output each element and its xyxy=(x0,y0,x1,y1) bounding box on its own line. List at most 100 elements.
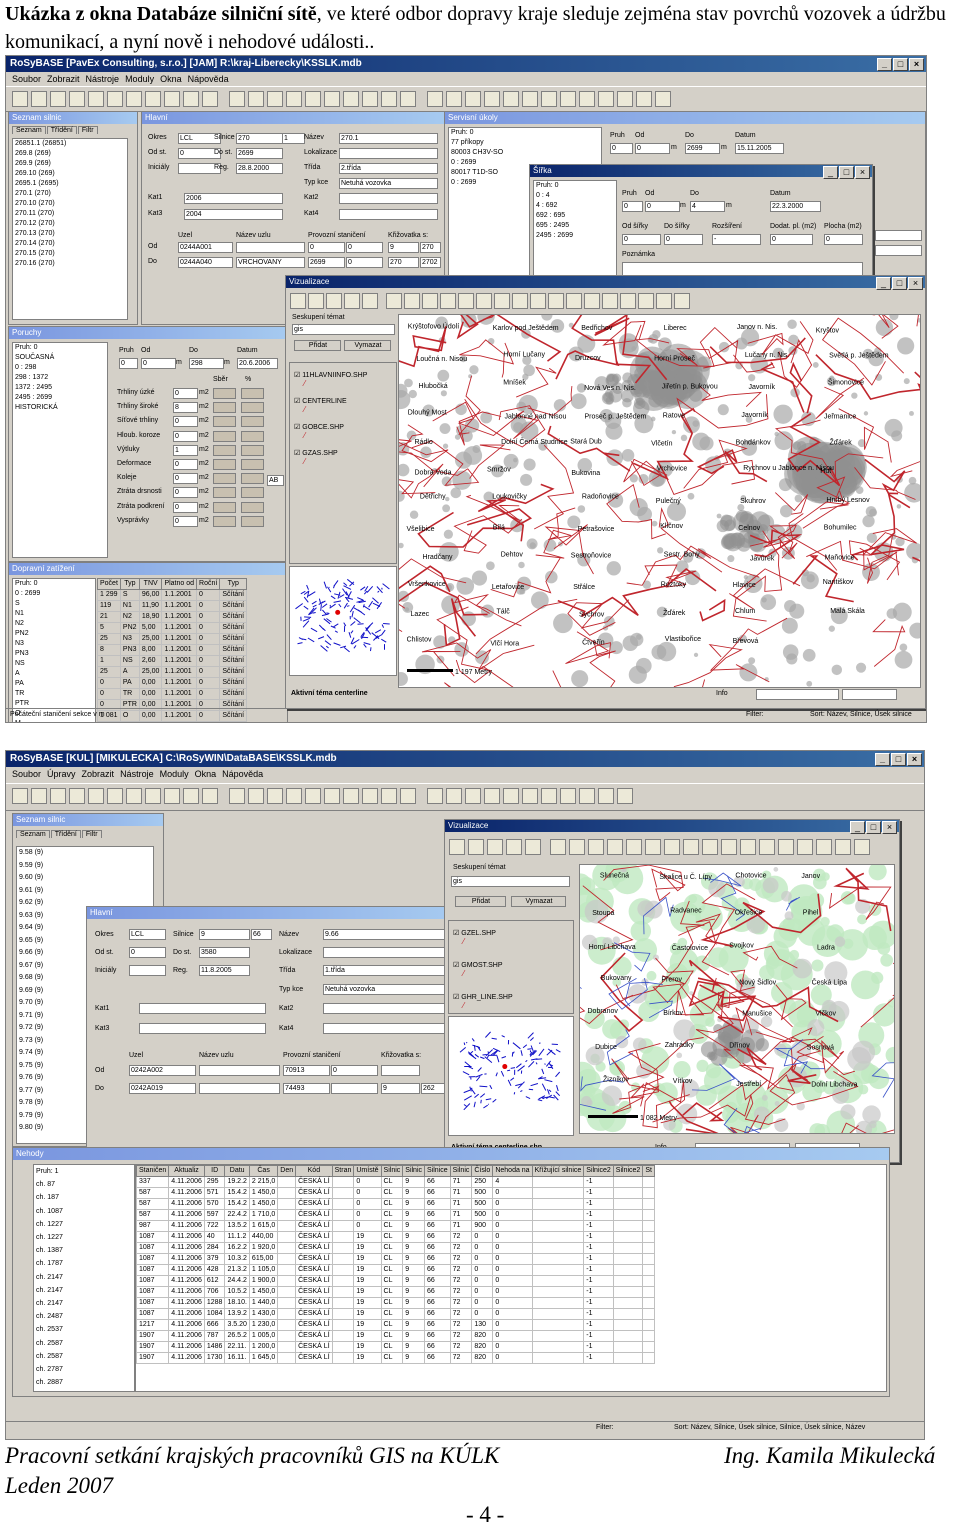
map-tool-icon[interactable] xyxy=(458,293,474,309)
toolbar-button-icon[interactable] xyxy=(12,788,28,804)
list-item[interactable]: 270.11 (270) xyxy=(15,209,127,219)
info-select-2[interactable] xyxy=(842,689,897,700)
menu-item[interactable]: Úpravy xyxy=(47,769,76,779)
map-tool-icon[interactable] xyxy=(584,293,600,309)
toolbar-button-icon[interactable] xyxy=(400,788,416,804)
map-tool-icon[interactable] xyxy=(664,839,680,855)
list-item[interactable]: 9.58 (9) xyxy=(19,847,153,860)
menu-item[interactable]: Okna xyxy=(160,74,182,84)
gis-select[interactable]: gis xyxy=(451,876,570,887)
datum-field[interactable]: 22.3.2000 xyxy=(770,201,821,212)
map-canvas[interactable]: SlunečnáSkalice u Č. LípyChotoviceJanovS… xyxy=(579,864,895,1134)
toolbar-button-icon[interactable] xyxy=(465,91,481,107)
list-item[interactable]: ch. 1387 xyxy=(36,1244,134,1257)
toolbar-button-icon[interactable] xyxy=(31,788,47,804)
list-item[interactable]: 9.59 (9) xyxy=(19,860,153,873)
column-header[interactable]: Platno od xyxy=(162,579,197,590)
toolbar-button-icon[interactable] xyxy=(88,788,104,804)
column-header[interactable]: Stran xyxy=(332,1166,354,1177)
toolbar-button-icon[interactable] xyxy=(484,91,500,107)
layer-item[interactable]: ☑11HLAVNIINFO.SHP⁄ xyxy=(294,371,367,388)
sber-cell[interactable] xyxy=(213,416,236,427)
map-tool-icon[interactable] xyxy=(854,839,870,855)
column-header[interactable]: Staničen xyxy=(137,1166,169,1177)
kat2-select[interactable] xyxy=(323,1003,446,1014)
column-header[interactable]: Den xyxy=(278,1166,296,1177)
toolbar-button-icon[interactable] xyxy=(541,91,557,107)
datum-field[interactable]: 15.11.2005 xyxy=(735,143,784,154)
list-item[interactable]: TR xyxy=(15,689,95,699)
silnice-num-field[interactable]: 1 xyxy=(282,133,305,144)
minimize-button[interactable]: _ xyxy=(877,58,892,71)
pct-cell[interactable] xyxy=(241,516,264,527)
list-item[interactable]: N3 xyxy=(15,639,95,649)
uzel-od-field[interactable]: 0242A002 xyxy=(129,1065,196,1076)
kat4-select[interactable] xyxy=(323,1023,446,1034)
list-item[interactable]: ch. 2587 xyxy=(36,1337,134,1350)
list-item[interactable]: S xyxy=(15,599,95,609)
info-checkbox[interactable]: Info xyxy=(716,690,728,697)
maximize-button[interactable]: □ xyxy=(892,277,907,290)
toolbar-button-icon[interactable] xyxy=(248,91,264,107)
porucha-value[interactable]: 0 xyxy=(173,473,198,484)
porucha-value[interactable]: 0 xyxy=(173,388,198,399)
column-header[interactable]: TNV xyxy=(139,579,162,590)
toolbar-button-icon[interactable] xyxy=(31,91,47,107)
map-tool-icon[interactable] xyxy=(449,839,465,855)
nazev-field[interactable]: 9.66 xyxy=(323,929,446,940)
toolbar-button-icon[interactable] xyxy=(427,91,443,107)
map-tool-icon[interactable] xyxy=(602,293,618,309)
maximize-button[interactable]: □ xyxy=(893,58,908,71)
map-tool-icon[interactable] xyxy=(835,839,851,855)
pridat-button[interactable]: Přidat xyxy=(455,896,506,907)
toolbar-button-icon[interactable] xyxy=(381,91,397,107)
column-header[interactable]: Kód xyxy=(296,1166,333,1177)
toolbar-button-icon[interactable] xyxy=(560,788,576,804)
dodat-field[interactable]: 0 xyxy=(770,234,813,245)
typ-kce-field[interactable]: Netuhá vozovka xyxy=(339,178,438,189)
close-button[interactable]: × xyxy=(909,58,924,71)
map-tool-icon[interactable] xyxy=(638,293,654,309)
porucha-value[interactable]: 0 xyxy=(173,431,198,442)
map-tool-icon[interactable] xyxy=(525,839,541,855)
table-row[interactable]: 1 299S96,001.1.20010Sčítání xyxy=(98,590,247,601)
uzel-do-field[interactable]: 0244A040 xyxy=(178,257,233,268)
pct-cell[interactable] xyxy=(241,445,264,456)
datum-field[interactable]: 20.6.2006 xyxy=(237,358,278,369)
list-item[interactable]: Pruh: 0 xyxy=(536,181,616,191)
layer-item[interactable]: ☑GHR_LINE.SHP⁄ xyxy=(453,993,513,1010)
menu-item[interactable]: Nástroje xyxy=(120,769,154,779)
list-item[interactable]: PA xyxy=(15,679,95,689)
toolbar-button-icon[interactable] xyxy=(229,788,245,804)
minimize-button[interactable]: _ xyxy=(875,753,890,766)
table-row[interactable]: 119N111,901.1.20010Sčítání xyxy=(98,601,247,612)
list-item[interactable]: ch. 87 xyxy=(36,1178,134,1191)
toolbar-button-icon[interactable] xyxy=(202,788,218,804)
map-tool-icon[interactable] xyxy=(674,293,690,309)
toolbar-button-icon[interactable] xyxy=(126,91,142,107)
od-field[interactable]: 0 xyxy=(645,201,680,212)
kat1-select[interactable] xyxy=(139,1003,266,1014)
column-header[interactable]: Čas xyxy=(249,1166,277,1177)
porucha-value[interactable]: 1 xyxy=(173,445,198,456)
column-header[interactable]: Křížující silnice xyxy=(532,1166,584,1177)
table-row[interactable]: 5874.11.200657015.4.21 450,0ČESKÁ LÍ0CL9… xyxy=(137,1199,655,1210)
porucha-value[interactable]: 0 xyxy=(173,487,198,498)
vymazat-button[interactable]: Vymazat xyxy=(511,896,566,907)
pct-cell[interactable] xyxy=(241,459,264,470)
prov-od-field[interactable]: 70913 xyxy=(283,1065,330,1076)
list-item[interactable]: Pruh: 1 xyxy=(36,1165,134,1178)
list-item[interactable]: SOUČASNÁ xyxy=(15,353,107,363)
map-tool-icon[interactable] xyxy=(645,839,661,855)
toolbar-button-icon[interactable] xyxy=(267,91,283,107)
table-row[interactable]: 5874.11.200659722.4.21 710,0ČESKÁ LÍ0CL9… xyxy=(137,1210,655,1221)
rozsireni-select[interactable]: - xyxy=(712,234,761,245)
uzel-do-field[interactable]: 0242A019 xyxy=(129,1083,196,1094)
layer-item[interactable]: ☑GZAS.SHP⁄ xyxy=(294,449,338,466)
column-header[interactable]: Silnic xyxy=(450,1166,472,1177)
table-row[interactable]: 10874.11.200628416.2.21 920,0ČESKÁ LÍ19C… xyxy=(137,1243,655,1254)
toolbar-button-icon[interactable] xyxy=(305,788,321,804)
map-tool-icon[interactable] xyxy=(440,293,456,309)
table-row[interactable]: 8PN38,001.1.20010Sčítání xyxy=(98,645,247,656)
table-row[interactable]: 10874.11.2006108413.9.21 430,0ČESKÁ LÍ19… xyxy=(137,1309,655,1320)
